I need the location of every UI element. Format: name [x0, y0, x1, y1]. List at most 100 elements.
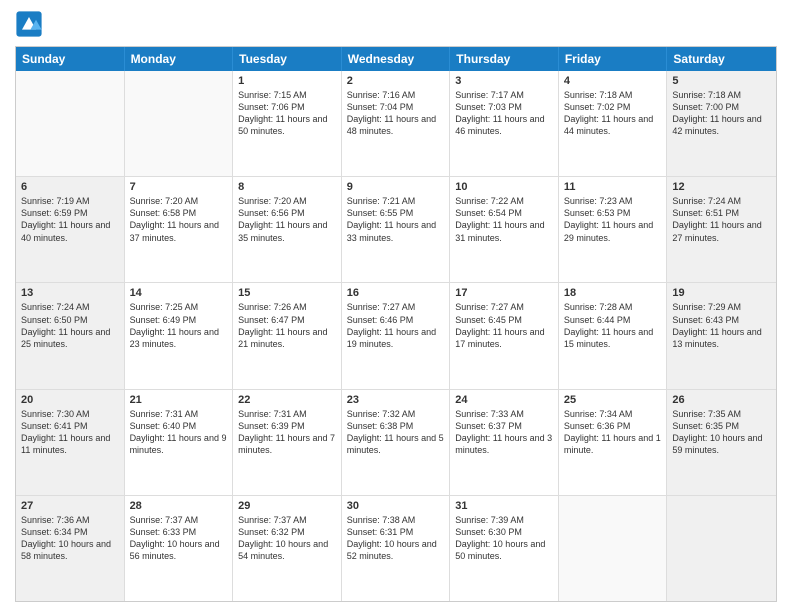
- cell-info: Sunrise: 7:37 AM Sunset: 6:33 PM Dayligh…: [130, 514, 228, 563]
- day-number: 23: [347, 394, 445, 406]
- day-number: 25: [564, 394, 662, 406]
- cell-info: Sunrise: 7:32 AM Sunset: 6:38 PM Dayligh…: [347, 408, 445, 457]
- calendar-cell-9: 9 Sunrise: 7:21 AM Sunset: 6:55 PM Daylig…: [342, 177, 451, 282]
- calendar-cell-7: 7 Sunrise: 7:20 AM Sunset: 6:58 PM Daylig…: [125, 177, 234, 282]
- day-number: 18: [564, 287, 662, 299]
- calendar-cell-24: 24 Sunrise: 7:33 AM Sunset: 6:37 PM Dayli…: [450, 390, 559, 495]
- day-number: 9: [347, 181, 445, 193]
- calendar-cell-31: 31Sunrise: 7:39 AM Sunset: 6:30 PM Dayli…: [450, 496, 559, 601]
- day-number: 2: [347, 75, 445, 87]
- calendar-cell-1: 1Sunrise: 7:15 AM Sunset: 7:06 PM Daylig…: [233, 71, 342, 176]
- calendar-cell-14: 14 Sunrise: 7:25 AM Sunset: 6:49 PM Dayli…: [125, 283, 234, 388]
- cell-info: Sunrise: 7:23 AM Sunset: 6:53 PM Dayligh…: [564, 195, 662, 244]
- calendar-container: SundayMondayTuesdayWednesdayThursdayFrid…: [0, 0, 792, 612]
- calendar-cell-28: 28 Sunrise: 7:37 AM Sunset: 6:33 PM Dayli…: [125, 496, 234, 601]
- day-number: 14: [130, 287, 228, 299]
- day-number: 12: [672, 181, 771, 193]
- calendar-row-2: 13Sunrise: 7:24 AM Sunset: 6:50 PM Dayli…: [16, 282, 776, 388]
- calendar-cell-20: 20Sunrise: 7:30 AM Sunset: 6:41 PM Dayli…: [16, 390, 125, 495]
- calendar-cell-26: 26 Sunrise: 7:35 AM Sunset: 6:35 PM Dayli…: [667, 390, 776, 495]
- day-number: 13: [21, 287, 119, 299]
- cell-info: Sunrise: 7:20 AM Sunset: 6:56 PM Dayligh…: [238, 195, 336, 244]
- calendar-cell-19: 19Sunrise: 7:29 AM Sunset: 6:43 PM Dayli…: [667, 283, 776, 388]
- day-number: 11: [564, 181, 662, 193]
- day-number: 21: [130, 394, 228, 406]
- header-day-saturday: Saturday: [667, 47, 776, 71]
- day-number: 19: [672, 287, 771, 299]
- calendar-cell-25: 25 Sunrise: 7:34 AM Sunset: 6:36 PM Dayli…: [559, 390, 668, 495]
- calendar-body: 1Sunrise: 7:15 AM Sunset: 7:06 PM Daylig…: [16, 71, 776, 601]
- calendar-cell-10: 10 Sunrise: 7:22 AM Sunset: 6:54 PM Dayli…: [450, 177, 559, 282]
- cell-info: Sunrise: 7:18 AM Sunset: 7:00 PM Dayligh…: [672, 89, 771, 138]
- header-day-friday: Friday: [559, 47, 668, 71]
- cell-info: Sunrise: 7:35 AM Sunset: 6:35 PM Dayligh…: [672, 408, 771, 457]
- cell-info: Sunrise: 7:17 AM Sunset: 7:03 PM Dayligh…: [455, 89, 553, 138]
- day-number: 16: [347, 287, 445, 299]
- day-number: 15: [238, 287, 336, 299]
- logo: [15, 10, 47, 38]
- calendar-row-1: 6Sunrise: 7:19 AM Sunset: 6:59 PM Daylig…: [16, 176, 776, 282]
- cell-info: Sunrise: 7:22 AM Sunset: 6:54 PM Dayligh…: [455, 195, 553, 244]
- cell-info: Sunrise: 7:18 AM Sunset: 7:02 PM Dayligh…: [564, 89, 662, 138]
- cell-info: Sunrise: 7:38 AM Sunset: 6:31 PM Dayligh…: [347, 514, 445, 563]
- cell-info: Sunrise: 7:36 AM Sunset: 6:34 PM Dayligh…: [21, 514, 119, 563]
- calendar-cell-17: 17 Sunrise: 7:27 AM Sunset: 6:45 PM Dayli…: [450, 283, 559, 388]
- header-day-thursday: Thursday: [450, 47, 559, 71]
- calendar-cell-11: 11 Sunrise: 7:23 AM Sunset: 6:53 PM Dayli…: [559, 177, 668, 282]
- calendar-cell-27: 27 Sunrise: 7:36 AM Sunset: 6:34 PM Dayli…: [16, 496, 125, 601]
- calendar-cell-5: 5 Sunrise: 7:18 AM Sunset: 7:00 PM Daylig…: [667, 71, 776, 176]
- calendar-cell-23: 23 Sunrise: 7:32 AM Sunset: 6:38 PM Dayli…: [342, 390, 451, 495]
- calendar-row-0: 1Sunrise: 7:15 AM Sunset: 7:06 PM Daylig…: [16, 71, 776, 176]
- cell-info: Sunrise: 7:31 AM Sunset: 6:40 PM Dayligh…: [130, 408, 228, 457]
- day-number: 5: [672, 75, 771, 87]
- day-number: 1: [238, 75, 336, 87]
- cell-info: Sunrise: 7:33 AM Sunset: 6:37 PM Dayligh…: [455, 408, 553, 457]
- calendar-cell-22: 22 Sunrise: 7:31 AM Sunset: 6:39 PM Dayli…: [233, 390, 342, 495]
- calendar-header: SundayMondayTuesdayWednesdayThursdayFrid…: [16, 47, 776, 71]
- calendar-cell-4: 4 Sunrise: 7:18 AM Sunset: 7:02 PM Daylig…: [559, 71, 668, 176]
- cell-info: Sunrise: 7:26 AM Sunset: 6:47 PM Dayligh…: [238, 301, 336, 350]
- calendar-cell-29: 29 Sunrise: 7:37 AM Sunset: 6:32 PM Dayli…: [233, 496, 342, 601]
- header-day-wednesday: Wednesday: [342, 47, 451, 71]
- cell-info: Sunrise: 7:34 AM Sunset: 6:36 PM Dayligh…: [564, 408, 662, 457]
- day-number: 22: [238, 394, 336, 406]
- calendar-cell-empty-0-1: [125, 71, 234, 176]
- cell-info: Sunrise: 7:21 AM Sunset: 6:55 PM Dayligh…: [347, 195, 445, 244]
- calendar-cell-18: 18Sunrise: 7:28 AM Sunset: 6:44 PM Dayli…: [559, 283, 668, 388]
- day-number: 30: [347, 500, 445, 512]
- cell-info: Sunrise: 7:30 AM Sunset: 6:41 PM Dayligh…: [21, 408, 119, 457]
- calendar-cell-13: 13Sunrise: 7:24 AM Sunset: 6:50 PM Dayli…: [16, 283, 125, 388]
- calendar-cell-12: 12Sunrise: 7:24 AM Sunset: 6:51 PM Dayli…: [667, 177, 776, 282]
- calendar-row-4: 27 Sunrise: 7:36 AM Sunset: 6:34 PM Dayli…: [16, 495, 776, 601]
- day-number: 28: [130, 500, 228, 512]
- cell-info: Sunrise: 7:25 AM Sunset: 6:49 PM Dayligh…: [130, 301, 228, 350]
- cell-info: Sunrise: 7:20 AM Sunset: 6:58 PM Dayligh…: [130, 195, 228, 244]
- header-day-sunday: Sunday: [16, 47, 125, 71]
- calendar-cell-15: 15 Sunrise: 7:26 AM Sunset: 6:47 PM Dayli…: [233, 283, 342, 388]
- calendar-cell-2: 2 Sunrise: 7:16 AM Sunset: 7:04 PM Daylig…: [342, 71, 451, 176]
- day-number: 3: [455, 75, 553, 87]
- calendar-cell-21: 21 Sunrise: 7:31 AM Sunset: 6:40 PM Dayli…: [125, 390, 234, 495]
- logo-icon: [15, 10, 43, 38]
- day-number: 27: [21, 500, 119, 512]
- day-number: 29: [238, 500, 336, 512]
- cell-info: Sunrise: 7:37 AM Sunset: 6:32 PM Dayligh…: [238, 514, 336, 563]
- day-number: 26: [672, 394, 771, 406]
- cell-info: Sunrise: 7:31 AM Sunset: 6:39 PM Dayligh…: [238, 408, 336, 457]
- day-number: 7: [130, 181, 228, 193]
- day-number: 10: [455, 181, 553, 193]
- calendar-cell-empty-4-6: [667, 496, 776, 601]
- calendar-cell-16: 16Sunrise: 7:27 AM Sunset: 6:46 PM Dayli…: [342, 283, 451, 388]
- day-number: 4: [564, 75, 662, 87]
- calendar-cell-empty-4-5: [559, 496, 668, 601]
- day-number: 17: [455, 287, 553, 299]
- calendar-cell-3: 3 Sunrise: 7:17 AM Sunset: 7:03 PM Daylig…: [450, 71, 559, 176]
- calendar: SundayMondayTuesdayWednesdayThursdayFrid…: [15, 46, 777, 602]
- cell-info: Sunrise: 7:16 AM Sunset: 7:04 PM Dayligh…: [347, 89, 445, 138]
- header-day-tuesday: Tuesday: [233, 47, 342, 71]
- calendar-cell-empty-0-0: [16, 71, 125, 176]
- calendar-cell-30: 30 Sunrise: 7:38 AM Sunset: 6:31 PM Dayli…: [342, 496, 451, 601]
- day-number: 24: [455, 394, 553, 406]
- cell-info: Sunrise: 7:27 AM Sunset: 6:45 PM Dayligh…: [455, 301, 553, 350]
- day-number: 6: [21, 181, 119, 193]
